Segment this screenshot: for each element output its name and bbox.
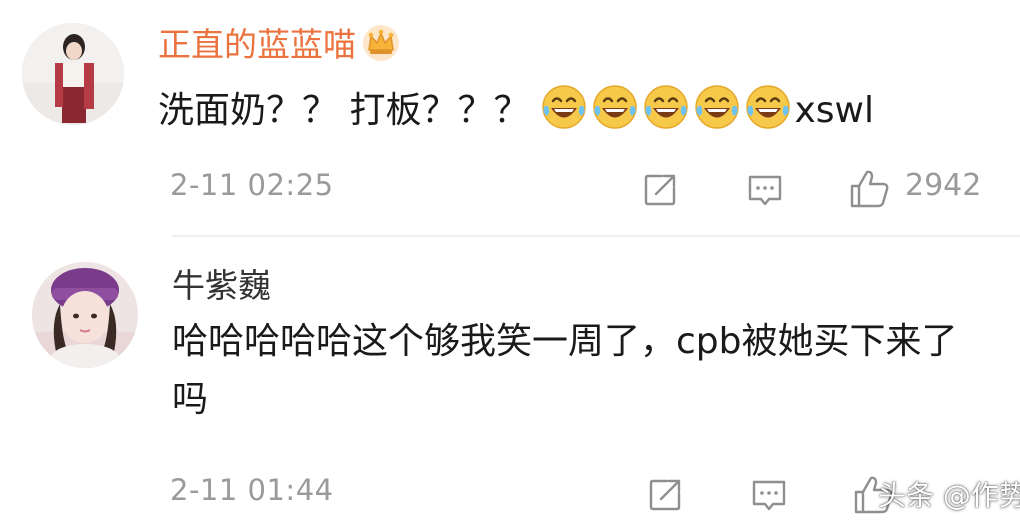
comment-item: 牛紫巍 哈哈哈哈哈这个够我笑一周了，cpb被她买下来了吗 2-11 01:44 (0, 0, 1020, 522)
username[interactable]: 牛紫巍 (172, 266, 271, 306)
share-icon[interactable] (645, 475, 685, 515)
comment-icon[interactable] (749, 475, 789, 515)
avatar[interactable] (32, 262, 138, 368)
watermark: 头条 @作势 (878, 479, 1020, 512)
comment-text: 哈哈哈哈哈这个够我笑一周了，cpb被她买下来了吗 (172, 321, 958, 420)
comment-time: 2-11 01:44 (170, 473, 334, 507)
